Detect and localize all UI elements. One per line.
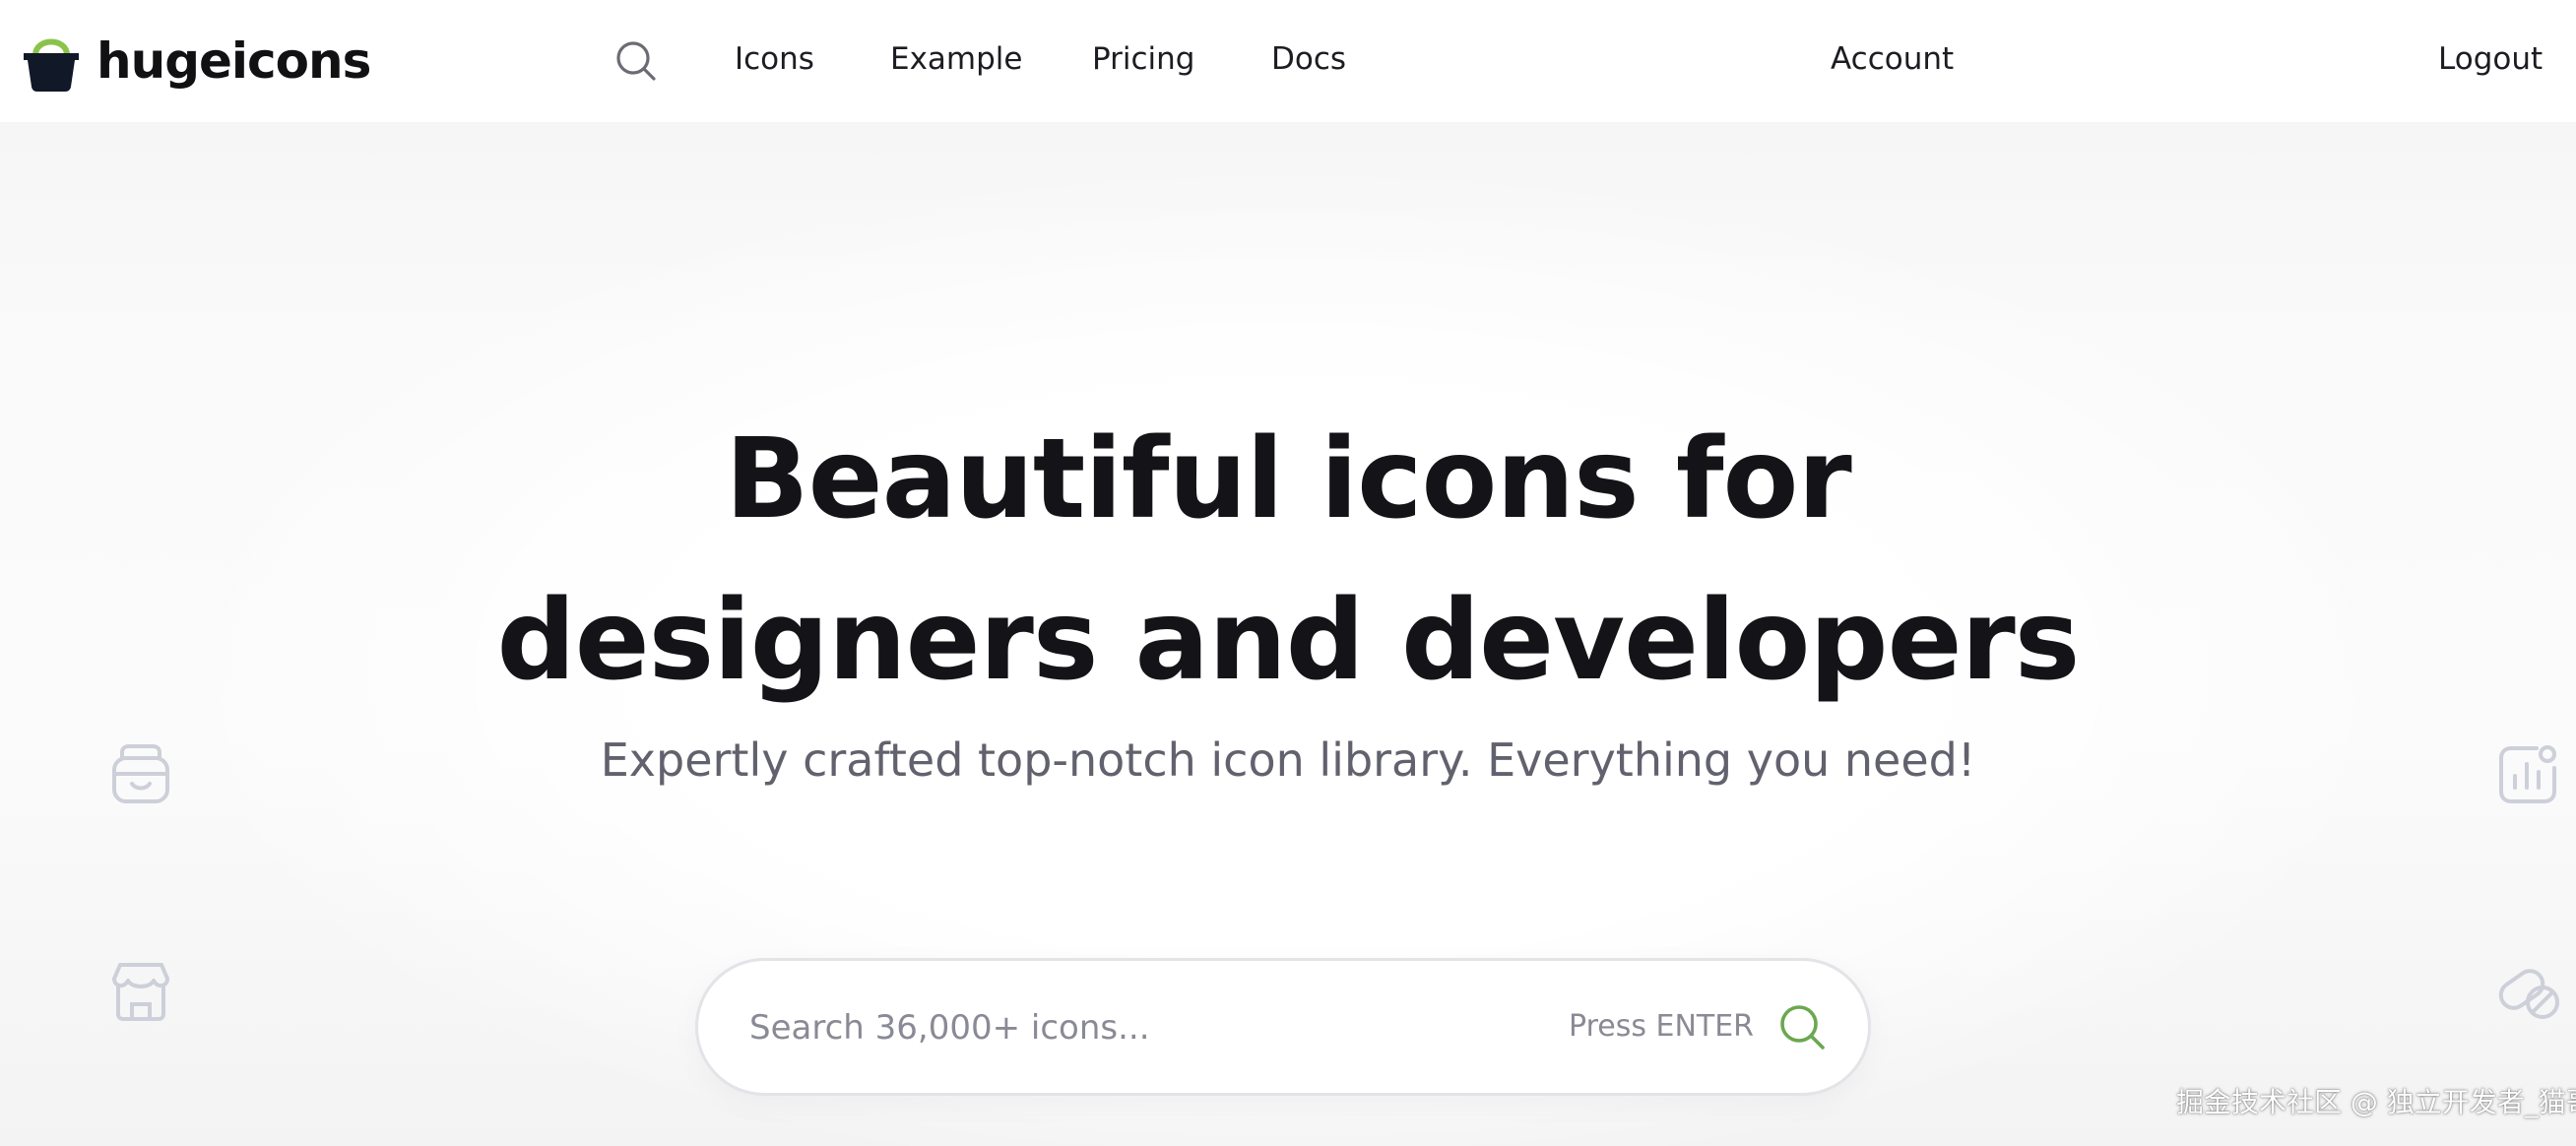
top-navbar: hugeicons Icons Example Pricing Docs Acc… [0,0,2576,122]
search-icon[interactable] [612,37,660,85]
hero-headline-line-2: designers and developers [496,577,2081,706]
pill-icon [2498,969,2559,1019]
icon-search-input[interactable] [747,996,1362,1059]
icon-search-box: Press ENTER [695,958,1871,1096]
nav-link-icons[interactable]: Icons [735,37,814,81]
nav-link-pricing[interactable]: Pricing [1092,37,1195,81]
hero-headline-line-1: Beautiful icons for [725,415,1851,544]
brand-logo-link[interactable]: hugeicons [22,26,371,96]
press-enter-hint: Press ENTER [1569,1009,1755,1044]
nav-link-example[interactable]: Example [890,37,1023,81]
watermark-text: 掘金技术社区 @ 独立开发者_猫哥 [2176,1086,2576,1118]
chart-icon [2499,745,2556,803]
brand-name: hugeicons [97,32,371,90]
store-icon [112,963,169,1021]
page: hugeicons Icons Example Pricing Docs Acc… [0,0,2576,1146]
hero-subtitle: Expertly crafted top-notch icon library.… [600,733,1976,787]
nav-link-docs[interactable]: Docs [1271,37,1346,81]
basket-logo-icon [24,38,79,92]
nav-link-logout[interactable]: Logout [2438,37,2543,81]
nav-link-account[interactable]: Account [1831,37,1954,81]
inbox-icon [112,744,169,803]
search-submit-icon[interactable] [1773,998,1833,1057]
